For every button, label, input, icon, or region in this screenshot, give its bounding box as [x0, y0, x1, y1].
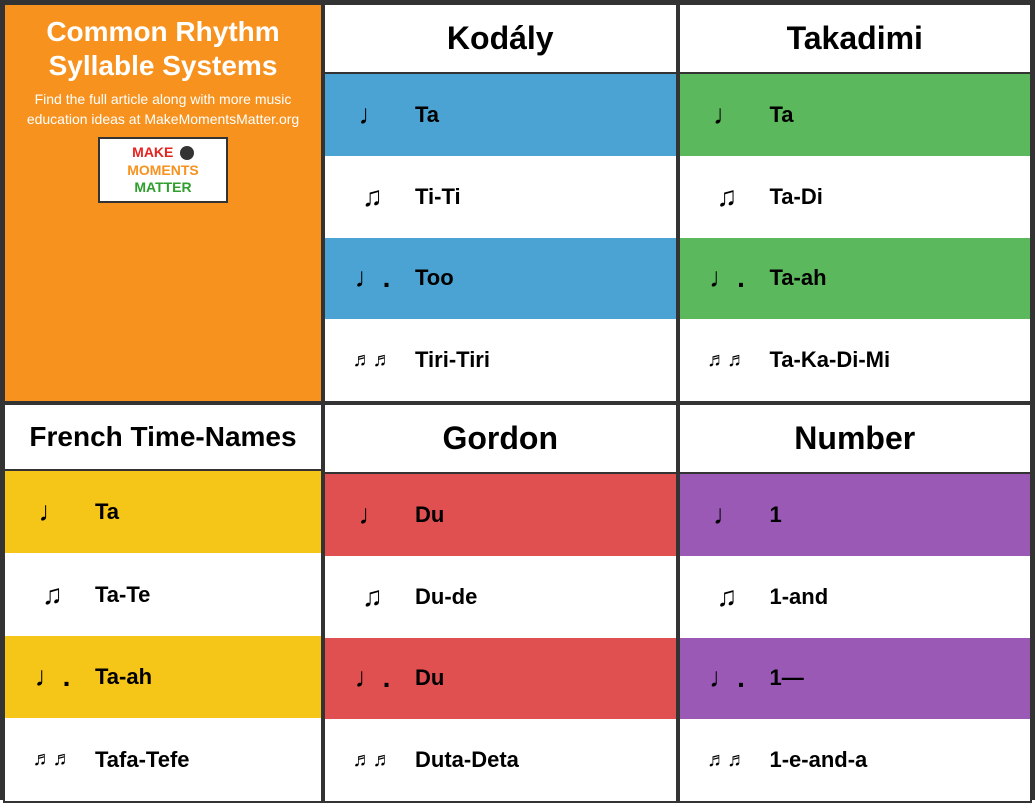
logo-matter: MATTER — [108, 179, 218, 196]
kodaly-syllable-4: Tiri-Tiri — [415, 347, 490, 373]
note-quarter-n1: ♩ — [700, 499, 755, 531]
note-dotted-f1: ♩. — [25, 661, 80, 693]
note-sixteenth-f1: ♬♬ — [25, 748, 80, 771]
takadimi-syllable-1: Ta — [770, 102, 794, 128]
takadimi-syllable-2: Ta-Di — [770, 184, 823, 210]
title-cell: Common Rhythm Syllable Systems Find the … — [3, 3, 323, 403]
takadimi-rows: ♩ Ta ♫ Ta-Di ♩. Ta-ah ♬♬ Ta-Ka-Di-Mi — [680, 74, 1031, 401]
kodaly-row-2: ♫ Ti-Ti — [325, 156, 676, 238]
number-syllable-1: 1 — [770, 502, 782, 528]
number-row-3: ♩. 1— — [680, 638, 1031, 720]
number-syllable-2: 1-and — [770, 584, 829, 610]
french-syllable-4: Tafa-Tefe — [95, 747, 190, 773]
takadimi-syllable-3: Ta-ah — [770, 265, 827, 291]
note-quarter-f1: ♩ — [25, 496, 80, 528]
note-dotted-g1: ♩. — [345, 662, 400, 694]
note-quarter-g1: ♩ — [345, 499, 400, 531]
note-sixteenth-g1: ♬♬ — [345, 749, 400, 772]
number-header: Number — [680, 405, 1031, 474]
note-eighth-t1: ♫ — [700, 181, 755, 213]
note-eighth-1: ♫ — [345, 181, 400, 213]
takadimi-syllable-4: Ta-Ka-Di-Mi — [770, 347, 891, 373]
gordon-syllable-2: Du-de — [415, 584, 477, 610]
kodaly-syllable-3: Too — [415, 265, 454, 291]
number-cell: Number ♩ 1 ♫ 1-and ♩. 1— ♬♬ 1-e-and-a — [678, 403, 1033, 803]
number-syllable-4: 1-e-and-a — [770, 747, 868, 773]
number-rows: ♩ 1 ♫ 1-and ♩. 1— ♬♬ 1-e-and-a — [680, 474, 1031, 801]
kodaly-syllable-1: Ta — [415, 102, 439, 128]
note-eighth-n1: ♫ — [700, 581, 755, 613]
number-row-2: ♫ 1-and — [680, 556, 1031, 638]
gordon-header: Gordon — [325, 405, 676, 474]
kodaly-row-1: ♩ Ta — [325, 74, 676, 156]
logo-icon — [180, 146, 194, 160]
french-header: French Time-Names — [5, 405, 321, 471]
kodaly-row-4: ♬♬ Tiri-Tiri — [325, 319, 676, 401]
number-row-1: ♩ 1 — [680, 474, 1031, 556]
french-row-2: ♫ Ta-Te — [5, 553, 321, 636]
note-quarter-t1: ♩ — [700, 99, 755, 131]
note-sixteenth-1: ♬♬ — [345, 349, 400, 372]
takadimi-row-1: ♩ Ta — [680, 74, 1031, 156]
kodaly-row-3: ♩. Too — [325, 238, 676, 320]
note-dotted-t1: ♩. — [700, 262, 755, 294]
gordon-row-4: ♬♬ Duta-Deta — [325, 719, 676, 801]
logo-moments: MOMENTS — [108, 162, 218, 179]
main-grid: Common Rhythm Syllable Systems Find the … — [0, 0, 1035, 800]
french-syllable-2: Ta-Te — [95, 582, 150, 608]
kodaly-rows: ♩ Ta ♫ Ti-Ti ♩. Too ♬♬ Tiri-Tiri — [325, 74, 676, 401]
kodaly-cell: Kodály ♩ Ta ♫ Ti-Ti ♩. Too ♬♬ Tiri-Tiri — [323, 3, 678, 403]
note-quarter-1: ♩ — [345, 99, 400, 131]
french-syllable-1: Ta — [95, 499, 119, 525]
subtitle-text: Find the full article along with more mu… — [20, 90, 306, 129]
gordon-syllable-1: Du — [415, 502, 444, 528]
french-row-3: ♩. Ta-ah — [5, 636, 321, 719]
logo-make: MAKE — [132, 144, 173, 160]
gordon-cell: Gordon ♩ Du ♫ Du-de ♩. Du ♬♬ Duta-Deta — [323, 403, 678, 803]
gordon-syllable-4: Duta-Deta — [415, 747, 519, 773]
french-syllable-3: Ta-ah — [95, 664, 152, 690]
kodaly-syllable-2: Ti-Ti — [415, 184, 461, 210]
note-eighth-g1: ♫ — [345, 581, 400, 613]
number-syllable-3: 1— — [770, 665, 804, 691]
gordon-row-3: ♩. Du — [325, 638, 676, 720]
french-row-4: ♬♬ Tafa-Tefe — [5, 718, 321, 801]
note-sixteenth-n1: ♬♬ — [700, 749, 755, 772]
gordon-rows: ♩ Du ♫ Du-de ♩. Du ♬♬ Duta-Deta — [325, 474, 676, 801]
takadimi-row-3: ♩. Ta-ah — [680, 238, 1031, 320]
gordon-row-2: ♫ Du-de — [325, 556, 676, 638]
french-rows: ♩ Ta ♫ Ta-Te ♩. Ta-ah ♬♬ Tafa-Tefe — [5, 471, 321, 801]
gordon-row-1: ♩ Du — [325, 474, 676, 556]
note-dotted-n1: ♩. — [700, 662, 755, 694]
french-row-1: ♩ Ta — [5, 471, 321, 554]
number-row-4: ♬♬ 1-e-and-a — [680, 719, 1031, 801]
takadimi-header: Takadimi — [680, 5, 1031, 74]
kodaly-header: Kodály — [325, 5, 676, 74]
note-sixteenth-t1: ♬♬ — [700, 349, 755, 372]
takadimi-row-4: ♬♬ Ta-Ka-Di-Mi — [680, 319, 1031, 401]
logo-box: MAKE MOMENTS MATTER — [98, 137, 228, 203]
takadimi-cell: Takadimi ♩ Ta ♫ Ta-Di ♩. Ta-ah ♬♬ Ta-Ka-… — [678, 3, 1033, 403]
main-title: Common Rhythm Syllable Systems — [20, 15, 306, 82]
french-cell: French Time-Names ♩ Ta ♫ Ta-Te ♩. Ta-ah … — [3, 403, 323, 803]
note-dotted-1: ♩. — [345, 262, 400, 294]
note-eighth-f1: ♫ — [25, 579, 80, 611]
takadimi-row-2: ♫ Ta-Di — [680, 156, 1031, 238]
gordon-syllable-3: Du — [415, 665, 444, 691]
